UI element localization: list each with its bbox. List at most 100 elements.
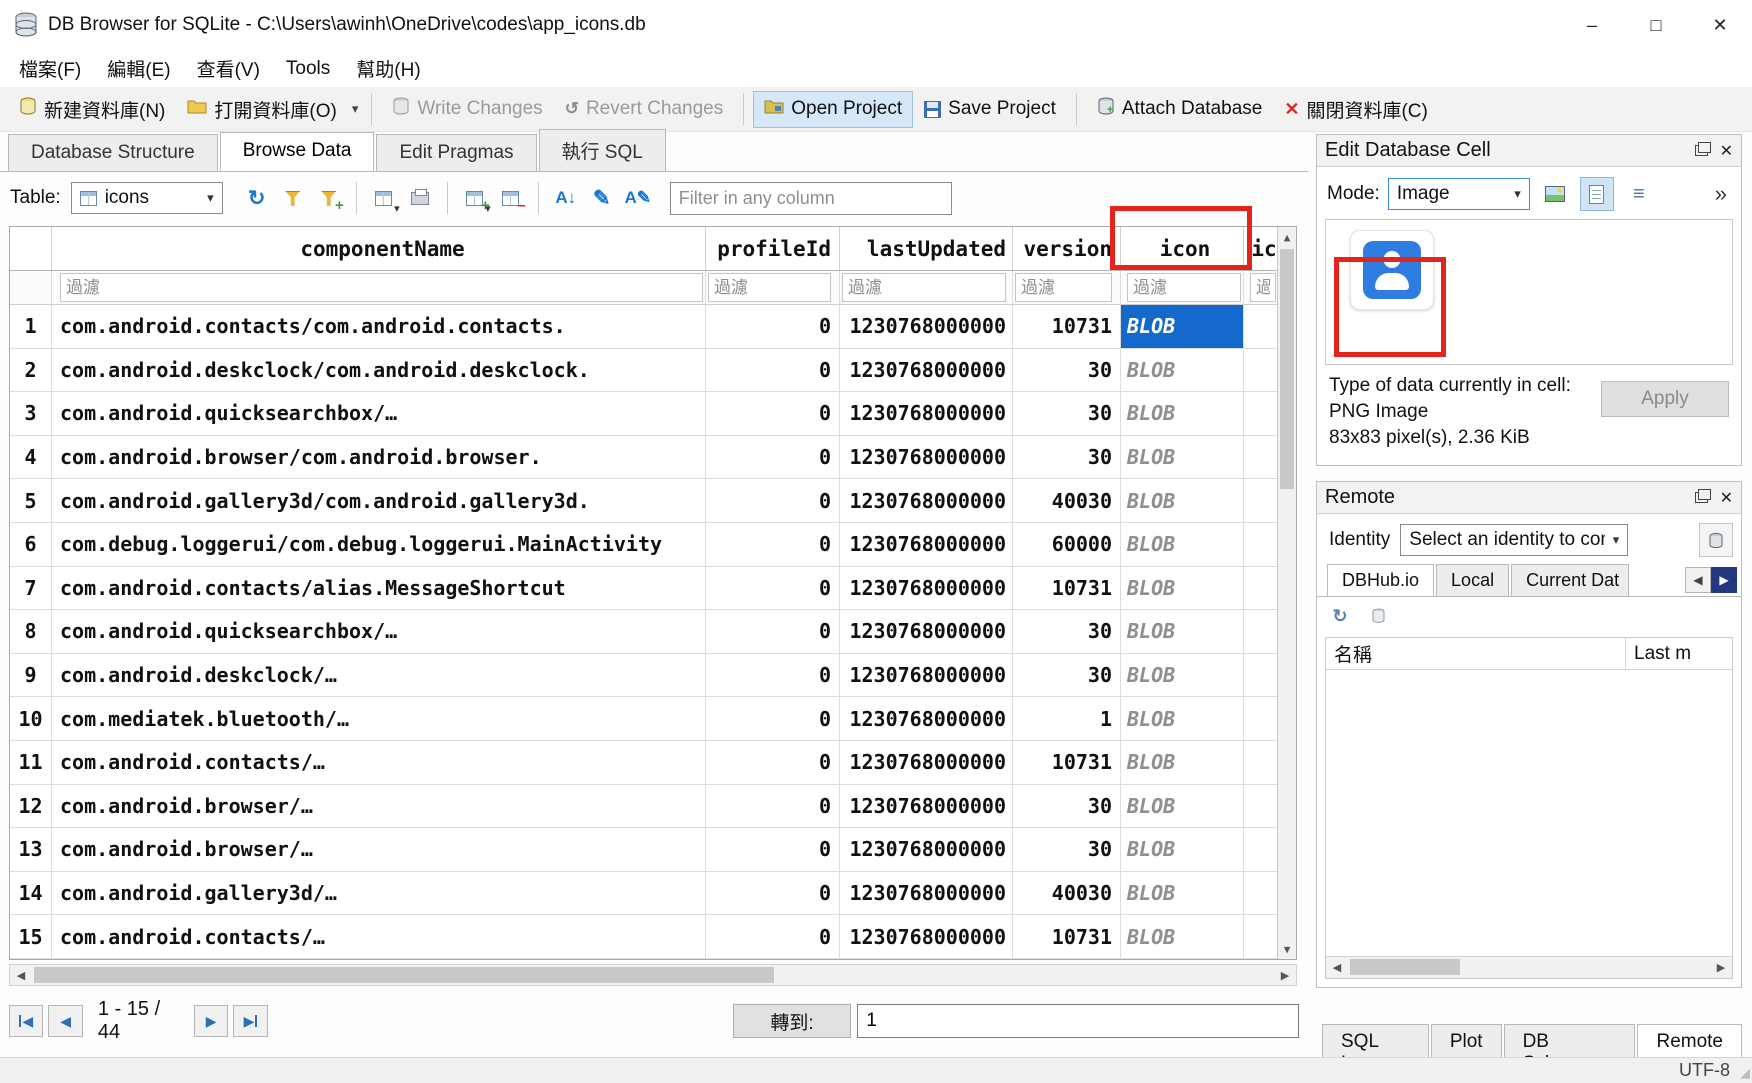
row-number[interactable]: 8 — [10, 610, 52, 654]
filter-input-updated[interactable] — [842, 273, 1006, 302]
cell-extra[interactable] — [1244, 349, 1279, 393]
row-number[interactable]: 10 — [10, 697, 52, 741]
preview-image-card[interactable] — [1350, 230, 1434, 310]
cell-updated[interactable]: 1230768000000 — [840, 567, 1013, 611]
row-number[interactable]: 14 — [10, 872, 52, 916]
scroll-left-icon[interactable]: ◀ — [10, 965, 32, 985]
attach-database-button[interactable]: + Attach Database — [1086, 90, 1273, 129]
cell-name[interactable]: com.android.contacts/alias.MessageShortc… — [52, 567, 706, 611]
tab-database-structure[interactable]: Database Structure — [8, 134, 218, 171]
cell-version[interactable]: 60000 — [1013, 523, 1121, 567]
cell-updated[interactable]: 1230768000000 — [840, 610, 1013, 654]
tab-execute-sql[interactable]: 執行 SQL — [539, 129, 666, 171]
cell-name[interactable]: com.android.browser/com.android.browser. — [52, 436, 706, 480]
cell-name[interactable]: com.android.contacts/… — [52, 741, 706, 785]
tab-current-database[interactable]: Current Dat — [1511, 564, 1629, 596]
save-project-button[interactable]: Save Project — [913, 91, 1067, 127]
tab-dbhub[interactable]: DBHub.io — [1327, 564, 1434, 596]
insert-record-button[interactable]: + ▾ — [457, 180, 493, 216]
cell-name[interactable]: com.android.contacts/com.android.contact… — [52, 305, 706, 349]
cell-extra[interactable] — [1244, 610, 1279, 654]
cell-version[interactable]: 40030 — [1013, 479, 1121, 523]
row-number[interactable]: 7 — [10, 567, 52, 611]
cell-name[interactable]: com.debug.loggerui/com.debug.loggerui.Ma… — [52, 523, 706, 567]
grid-vertical-scrollbar[interactable]: ▲ ▼ — [1277, 227, 1296, 959]
cell-extra[interactable] — [1244, 567, 1279, 611]
cell-version[interactable]: 10731 — [1013, 915, 1121, 959]
filter-input-name[interactable] — [60, 273, 703, 302]
cell-name[interactable]: com.android.gallery3d/… — [52, 872, 706, 916]
text-document-button[interactable] — [1580, 177, 1614, 211]
cell-profile[interactable]: 0 — [706, 567, 840, 611]
edit-cell-button[interactable]: ✎ — [584, 180, 620, 216]
cell-updated[interactable]: 1230768000000 — [840, 872, 1013, 916]
goto-input[interactable] — [857, 1004, 1299, 1038]
cell-profile[interactable]: 0 — [706, 785, 840, 829]
cell-extra[interactable] — [1244, 654, 1279, 698]
cell-updated[interactable]: 1230768000000 — [840, 654, 1013, 698]
cell-version[interactable]: 30 — [1013, 785, 1121, 829]
cell-profile[interactable]: 0 — [706, 828, 840, 872]
cell-updated[interactable]: 1230768000000 — [840, 828, 1013, 872]
cell-icon[interactable]: BLOB — [1121, 872, 1244, 916]
filter-input-icon[interactable] — [1127, 273, 1241, 302]
cell-icon[interactable]: BLOB — [1121, 436, 1244, 480]
cell-icon[interactable]: BLOB — [1121, 915, 1244, 959]
column-header-version[interactable]: version — [1013, 227, 1121, 270]
sort-asc-button[interactable]: A↓ — [548, 180, 584, 216]
cell-extra[interactable] — [1244, 436, 1279, 480]
vertical-scroll-thumb[interactable] — [1280, 249, 1294, 489]
cell-extra[interactable] — [1244, 697, 1279, 741]
column-header-lastUpdated[interactable]: lastUpdated — [840, 227, 1013, 270]
column-header-profileId[interactable]: profileId — [706, 227, 840, 270]
cell-profile[interactable]: 0 — [706, 523, 840, 567]
image-mode-button[interactable] — [1538, 177, 1572, 211]
cell-icon[interactable]: BLOB — [1121, 785, 1244, 829]
table-select[interactable]: icons ▾ — [71, 182, 223, 214]
scroll-right-icon[interactable]: ▶ — [1274, 965, 1296, 985]
cell-icon[interactable]: BLOB — [1121, 479, 1244, 523]
cell-extra[interactable] — [1244, 872, 1279, 916]
cell-extra[interactable] — [1244, 305, 1279, 349]
cell-profile[interactable]: 0 — [706, 305, 840, 349]
row-number[interactable]: 3 — [10, 392, 52, 436]
next-page-button[interactable]: ▶ — [194, 1005, 228, 1037]
close-button[interactable]: ✕ — [1688, 0, 1752, 50]
cell-extra[interactable] — [1244, 828, 1279, 872]
column-header-last-modified[interactable]: Last m — [1626, 638, 1732, 669]
scroll-up-icon[interactable]: ▲ — [1278, 227, 1296, 247]
cell-updated[interactable]: 1230768000000 — [840, 305, 1013, 349]
grid-horizontal-scrollbar[interactable]: ◀ ▶ — [9, 964, 1297, 986]
cell-name[interactable]: com.android.contacts/… — [52, 915, 706, 959]
mode-select[interactable]: Image ▾ — [1388, 178, 1530, 210]
open-project-button[interactable]: Open Project — [753, 91, 913, 128]
horizontal-scroll-thumb[interactable] — [34, 967, 774, 983]
save-table-button[interactable]: ▾ — [366, 180, 402, 216]
filter-input-extra[interactable] — [1250, 273, 1276, 302]
open-database-dropdown-caret[interactable]: ▾ — [348, 93, 363, 125]
scroll-left-icon[interactable]: ◀ — [1326, 957, 1348, 978]
cell-icon[interactable]: BLOB — [1121, 305, 1244, 349]
cell-profile[interactable]: 0 — [706, 654, 840, 698]
cell-updated[interactable]: 1230768000000 — [840, 392, 1013, 436]
cell-profile[interactable]: 0 — [706, 872, 840, 916]
row-number[interactable]: 13 — [10, 828, 52, 872]
cell-extra[interactable] — [1244, 479, 1279, 523]
print-button[interactable] — [402, 180, 438, 216]
cell-profile[interactable]: 0 — [706, 915, 840, 959]
row-number[interactable]: 11 — [10, 741, 52, 785]
cell-profile[interactable]: 0 — [706, 479, 840, 523]
cell-updated[interactable]: 1230768000000 — [840, 697, 1013, 741]
cell-version[interactable]: 10731 — [1013, 305, 1121, 349]
cell-icon[interactable]: BLOB — [1121, 349, 1244, 393]
cell-name[interactable]: com.android.gallery3d/com.android.galler… — [52, 479, 706, 523]
column-header-icon[interactable]: icon — [1121, 227, 1244, 270]
write-changes-button[interactable]: Write Changes — [381, 90, 553, 129]
remote-table-body[interactable] — [1326, 670, 1732, 956]
cell-updated[interactable]: 1230768000000 — [840, 436, 1013, 480]
menu-help[interactable]: 幫助(H) — [343, 50, 433, 87]
row-number[interactable]: 12 — [10, 785, 52, 829]
cell-version[interactable]: 10731 — [1013, 741, 1121, 785]
float-panel-icon[interactable] — [1695, 492, 1708, 503]
cell-profile[interactable]: 0 — [706, 697, 840, 741]
